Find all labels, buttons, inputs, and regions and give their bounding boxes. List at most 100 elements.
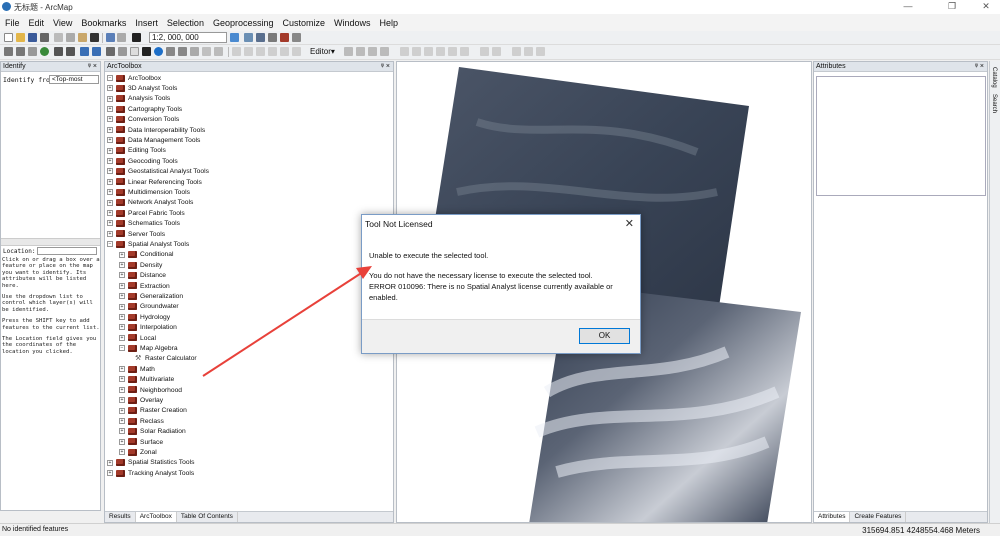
find-icon[interactable] [166, 47, 175, 56]
identify-icon[interactable] [154, 47, 163, 56]
tree-item[interactable]: + Tracking Analyst Tools [107, 469, 194, 479]
reshape-icon[interactable] [424, 47, 433, 56]
close-window-button[interactable]: ✕ [976, 1, 996, 12]
undo-icon[interactable] [106, 33, 115, 42]
dialog-close-icon[interactable]: ✕ [625, 217, 634, 230]
expand-icon[interactable]: + [107, 126, 113, 133]
expand-icon[interactable]: + [107, 168, 113, 175]
clear-selection-icon[interactable] [118, 47, 127, 56]
expand-icon[interactable]: + [107, 95, 113, 102]
tree-item[interactable]: + Groundwater [119, 302, 179, 312]
catalog-window-icon[interactable] [256, 33, 265, 42]
print-icon[interactable] [40, 33, 49, 42]
tree-item[interactable]: + Local [119, 334, 156, 344]
tree-item[interactable]: + Reclass [119, 417, 164, 427]
tree-root-arctoolbox[interactable]: − ArcToolbox [107, 74, 161, 84]
create-features-icon[interactable] [492, 47, 501, 56]
tree-item[interactable]: +3D Analyst Tools [107, 84, 177, 94]
tree-item[interactable]: + Network Analyst Tools [107, 198, 193, 208]
tab-catalog[interactable]: Catalog [991, 67, 997, 88]
tree-item[interactable]: + Raster Creation [119, 406, 187, 416]
expand-icon[interactable]: + [119, 428, 125, 435]
attributes-edit-icon[interactable] [460, 47, 469, 56]
pan-hand-icon[interactable] [28, 47, 37, 56]
tree-item[interactable]: + Hydrology [119, 313, 170, 323]
editor-toolbar-icon[interactable] [230, 33, 239, 42]
menu-file[interactable]: File [5, 18, 20, 28]
tree-item[interactable]: + Solar Radiation [119, 427, 186, 437]
hyperlink-icon[interactable] [190, 47, 199, 56]
pin-icon[interactable]: ᵠ × [381, 62, 390, 72]
tree-item[interactable]: + Zonal [119, 448, 157, 458]
expand-icon[interactable]: + [119, 334, 125, 341]
expand-icon[interactable]: + [107, 106, 113, 113]
tree-item[interactable]: + Conversion Tools [107, 115, 179, 125]
expand-icon[interactable]: + [119, 418, 125, 425]
topology-validate-icon[interactable] [536, 47, 545, 56]
map-scale-field[interactable]: 1:2, 000, 000 [149, 32, 227, 43]
measure-icon[interactable] [178, 47, 187, 56]
expand-icon[interactable]: + [119, 438, 125, 445]
expand-icon[interactable]: + [107, 230, 113, 237]
menu-selection[interactable]: Selection [167, 18, 204, 28]
new-document-icon[interactable] [4, 33, 13, 42]
tree-item[interactable]: + Generalization [119, 292, 183, 302]
expand-icon[interactable]: + [107, 199, 113, 206]
fixed-zoom-out-icon[interactable] [66, 47, 75, 56]
expand-icon[interactable]: + [119, 303, 125, 310]
html-popup-icon[interactable] [202, 47, 211, 56]
attributes-grid[interactable] [816, 76, 986, 196]
tree-item[interactable]: + Data Interoperability Tools [107, 126, 205, 136]
full-extent-icon[interactable] [40, 47, 49, 56]
tab-arctoolbox[interactable]: ArcToolbox [135, 512, 177, 522]
menu-view[interactable]: View [53, 18, 72, 28]
tree-item[interactable]: + Interpolation [119, 323, 177, 333]
tree-item[interactable]: + Cartography Tools [107, 105, 182, 115]
expand-icon[interactable]: + [107, 85, 113, 92]
cut-polygon-icon[interactable] [412, 47, 421, 56]
location-field[interactable] [37, 247, 97, 255]
expand-icon[interactable]: + [107, 470, 113, 477]
identify-splitter[interactable] [1, 238, 100, 246]
expand-icon[interactable]: + [119, 282, 125, 289]
expand-icon[interactable]: + [119, 251, 125, 258]
zoom-out-icon[interactable] [16, 47, 25, 56]
back-extent-icon[interactable] [80, 47, 89, 56]
tree-item[interactable]: + Math [119, 365, 155, 375]
expand-icon[interactable]: + [107, 459, 113, 466]
pin-icon[interactable]: ᵠ × [975, 62, 984, 72]
georef-tool-2-icon[interactable] [256, 47, 265, 56]
open-icon[interactable] [16, 33, 25, 42]
tree-item[interactable]: + Neighborhood [119, 386, 182, 396]
cut-icon[interactable] [54, 33, 63, 42]
expand-icon[interactable]: + [119, 314, 125, 321]
menu-windows[interactable]: Windows [334, 18, 371, 28]
create-viewer-icon[interactable] [232, 47, 241, 56]
expand-icon[interactable]: + [119, 272, 125, 279]
delete-icon[interactable] [90, 33, 99, 42]
expand-icon[interactable]: + [107, 147, 113, 154]
paste-icon[interactable] [78, 33, 87, 42]
tree-item[interactable]: + Data Management Tools [107, 136, 200, 146]
time-slider-icon[interactable] [214, 47, 223, 56]
menu-customize[interactable]: Customize [283, 18, 326, 28]
save-icon[interactable] [28, 33, 37, 42]
tree-item[interactable]: + Distance [119, 271, 166, 281]
tree-item[interactable]: + Surface [119, 438, 163, 448]
menu-help[interactable]: Help [380, 18, 399, 28]
tree-item[interactable]: + Analysis Tools [107, 94, 170, 104]
trace-icon[interactable] [400, 47, 409, 56]
minimize-button[interactable]: — [898, 1, 918, 11]
add-data-icon[interactable] [132, 33, 141, 42]
topology-icon[interactable] [512, 47, 521, 56]
georef-tool-3-icon[interactable] [268, 47, 277, 56]
expand-icon[interactable]: + [119, 262, 125, 269]
expand-icon[interactable]: + [107, 158, 113, 165]
identify-from-dropdown[interactable]: <Top-most [49, 75, 99, 84]
georef-icon[interactable] [244, 47, 253, 56]
sketch-properties-icon[interactable] [480, 47, 489, 56]
sketch-tool-icon[interactable] [380, 47, 389, 56]
ok-button[interactable]: OK [579, 328, 630, 344]
tree-item[interactable]: + Extraction [119, 282, 170, 292]
tab-table-of-contents[interactable]: Table Of Contents [177, 512, 238, 522]
